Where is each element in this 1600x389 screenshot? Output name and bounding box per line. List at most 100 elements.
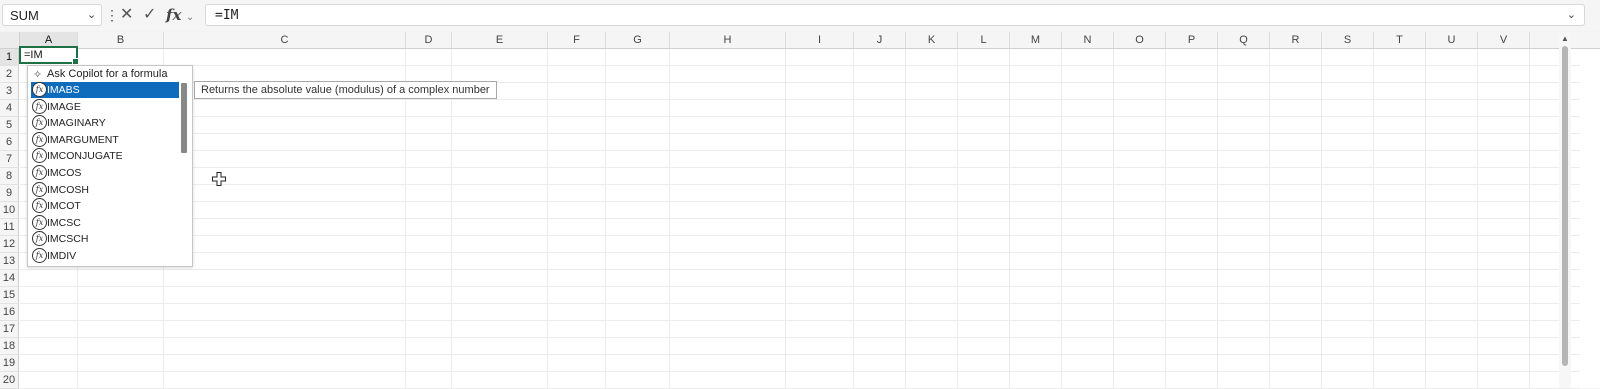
function-suggestion-label: IMAGINARY (47, 117, 106, 130)
formula-value: =IM (215, 8, 239, 23)
vertical-scroll-thumb[interactable] (1562, 46, 1568, 366)
column-header-s[interactable]: S (1322, 32, 1374, 48)
function-icon: fx (32, 214, 47, 230)
enter-button[interactable]: ✓ (143, 4, 156, 26)
checkmark-icon: ✓ (143, 6, 157, 23)
row-gridline (20, 303, 1580, 304)
row-header-3[interactable]: 3 (0, 83, 19, 100)
cancel-button[interactable]: ✕ (120, 4, 133, 26)
function-suggestion-label: IMARGUMENT (47, 133, 119, 146)
row-header-4[interactable]: 4 (0, 100, 19, 117)
function-description-tooltip: Returns the absolute value (modulus) of … (194, 81, 497, 99)
ask-copilot-item[interactable]: ✧ Ask Copilot for a formula (28, 67, 178, 82)
column-header-m[interactable]: M (1010, 32, 1062, 48)
row-header-18[interactable]: 18 (0, 338, 19, 355)
column-header-l[interactable]: L (958, 32, 1010, 48)
function-suggestion-label: IMCONJUGATE (47, 150, 123, 163)
row-header-2[interactable]: 2 (0, 66, 19, 83)
formula-toolbar: SUM ⌄ ⋮ ✕ ✓ fx ⌄ =IM ⌄ (0, 0, 1600, 31)
function-suggestion-label: IMCOT (47, 200, 81, 213)
cell-cursor-icon (212, 172, 226, 186)
row-header-6[interactable]: 6 (0, 134, 19, 151)
function-suggestion-item[interactable]: fx IMABS (31, 82, 179, 98)
column-header-j[interactable]: J (854, 32, 906, 48)
function-suggestion-label: IMCOS (47, 167, 82, 179)
row-gridline (20, 167, 1580, 168)
row-gridline (20, 150, 1580, 151)
function-icon: fx (32, 131, 47, 147)
row-header-13[interactable]: 13 (0, 253, 19, 270)
column-header-r[interactable]: R (1270, 32, 1322, 48)
row-gridline (20, 354, 1580, 355)
function-suggestion-item[interactable]: fx IMCOS (31, 165, 179, 181)
chevron-down-icon[interactable]: ⌄ (87, 8, 96, 21)
function-suggestion-label: IMCSC (47, 216, 81, 229)
scroll-up-icon[interactable]: ▲ (1561, 34, 1569, 43)
column-header-o[interactable]: O (1114, 32, 1166, 48)
function-suggestion-item[interactable]: fx IMAGINARY (31, 115, 179, 131)
row-gridline (20, 99, 1580, 100)
insert-function-button[interactable]: fx ⌄ (166, 4, 194, 26)
close-icon: ✕ (120, 6, 134, 23)
row-header-12[interactable]: 12 (0, 236, 19, 253)
column-header-d[interactable]: D (406, 32, 452, 48)
row-header-7[interactable]: 7 (0, 151, 19, 168)
column-header-i[interactable]: I (786, 32, 854, 48)
row-header-11[interactable]: 11 (0, 219, 19, 236)
row-header-14[interactable]: 14 (0, 270, 19, 287)
function-suggestion-label: IMAGE (47, 100, 81, 113)
function-icon: fx (32, 165, 47, 180)
column-header-v[interactable]: V (1478, 32, 1530, 48)
row-header-1[interactable]: 1 (0, 49, 19, 66)
function-icon: fx (32, 98, 47, 114)
vertical-scrollbar[interactable]: ▲ (1559, 32, 1571, 388)
function-suggestion-item[interactable]: fx IMCONJUGATE (31, 148, 179, 164)
column-header-t[interactable]: T (1374, 32, 1426, 48)
row-gridline (20, 65, 1580, 66)
autocomplete-scroll-thumb[interactable] (181, 83, 187, 153)
column-header-b[interactable]: B (78, 32, 164, 48)
function-suggestion-item[interactable]: fx IMARGUMENT (31, 131, 179, 148)
row-header-20[interactable]: 20 (0, 372, 19, 389)
row-gridline (20, 184, 1580, 185)
row-header-16[interactable]: 16 (0, 304, 19, 321)
column-header-h[interactable]: H (670, 32, 786, 48)
column-header-q[interactable]: Q (1218, 32, 1270, 48)
function-suggestion-item[interactable]: fx IMCSCH (31, 231, 179, 247)
row-gridline (20, 286, 1580, 287)
chevron-down-icon[interactable]: ⌄ (186, 12, 194, 23)
chevron-down-icon[interactable]: ⌄ (1567, 8, 1576, 21)
row-header-15[interactable]: 15 (0, 287, 19, 304)
fill-handle[interactable] (72, 58, 79, 65)
vertical-ellipsis-icon[interactable]: ⋮ (105, 6, 119, 24)
active-cell[interactable]: =IM (19, 46, 79, 65)
column-header-c[interactable]: C (164, 32, 406, 48)
name-box[interactable]: SUM ⌄ (2, 4, 102, 26)
function-suggestion-label: IMCSCH (47, 233, 89, 246)
column-header-u[interactable]: U (1426, 32, 1478, 48)
row-header-5[interactable]: 5 (0, 117, 19, 134)
select-all-corner[interactable] (0, 32, 20, 48)
sparkle-icon: ✧ (33, 69, 43, 81)
column-header-f[interactable]: F (548, 32, 606, 48)
function-suggestion-item[interactable]: fx IMCOSH (31, 181, 179, 198)
column-header-g[interactable]: G (606, 32, 670, 48)
function-suggestion-item[interactable]: fx IMDIV (31, 248, 179, 264)
row-header-10[interactable]: 10 (0, 202, 19, 219)
row-gridline (20, 116, 1580, 117)
column-header-n[interactable]: N (1062, 32, 1114, 48)
row-header-8[interactable]: 8 (0, 168, 19, 185)
function-suggestion-item[interactable]: fx IMCSC (31, 214, 179, 231)
function-suggestion-label: IMABS (47, 84, 80, 96)
name-box-value: SUM (10, 8, 39, 23)
column-header-e[interactable]: E (452, 32, 548, 48)
function-suggestion-item[interactable]: fx IMCOT (31, 198, 179, 214)
column-header-p[interactable]: P (1166, 32, 1218, 48)
row-header-9[interactable]: 9 (0, 185, 19, 202)
row-gridline (20, 201, 1580, 202)
formula-input[interactable]: =IM ⌄ (205, 4, 1585, 26)
column-header-k[interactable]: K (906, 32, 958, 48)
row-header-17[interactable]: 17 (0, 321, 19, 338)
row-header-19[interactable]: 19 (0, 355, 19, 372)
function-suggestion-item[interactable]: fx IMAGE (31, 98, 179, 115)
